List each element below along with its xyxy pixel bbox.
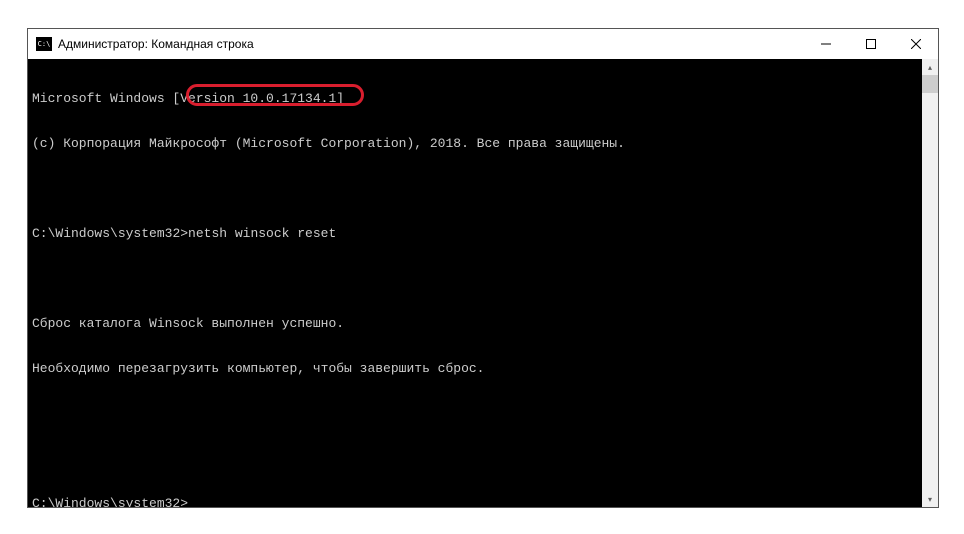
maximize-button[interactable] [848, 29, 893, 59]
close-button[interactable] [893, 29, 938, 59]
vertical-scrollbar[interactable]: ▴ ▾ [922, 59, 938, 507]
prompt-line-2: C:\Windows\system32> [32, 496, 934, 507]
scroll-track[interactable] [922, 75, 938, 491]
copyright-line: (c) Корпорация Майкрософт (Microsoft Cor… [32, 136, 934, 151]
scroll-down-arrow[interactable]: ▾ [922, 491, 938, 507]
version-line: Microsoft Windows [Version 10.0.17134.1] [32, 91, 934, 106]
result-line-2: Необходимо перезагрузить компьютер, чтоб… [32, 361, 934, 376]
minimize-button[interactable] [803, 29, 848, 59]
window-title: Администратор: Командная строка [58, 37, 803, 51]
titlebar[interactable]: C:\ Администратор: Командная строка [28, 29, 938, 59]
cmd-icon: C:\ [36, 37, 52, 51]
command-text: 2>netsh winsock reset [172, 226, 336, 241]
result-line-1: Сброс каталога Winsock выполнен успешно. [32, 316, 934, 331]
prompt-line-1: C:\Windows\system32>netsh winsock reset [32, 226, 934, 241]
command-prompt-window: C:\ Администратор: Командная строка Micr… [27, 28, 939, 508]
scroll-thumb[interactable] [922, 75, 938, 93]
window-controls [803, 29, 938, 59]
scroll-up-arrow[interactable]: ▴ [922, 59, 938, 75]
console-area[interactable]: Microsoft Windows [Version 10.0.17134.1]… [28, 59, 938, 507]
console-output: Microsoft Windows [Version 10.0.17134.1]… [28, 59, 938, 507]
